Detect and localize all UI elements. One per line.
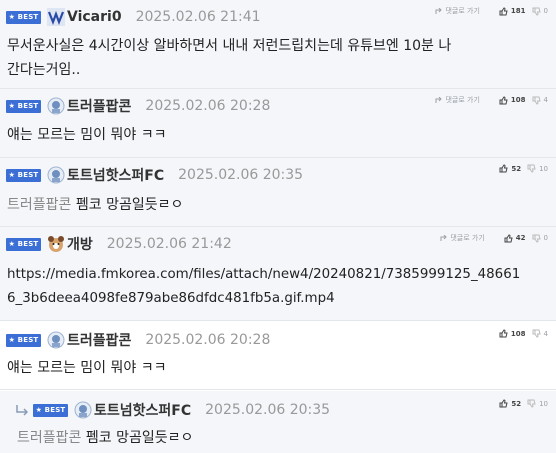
reply-label: 댓글로 가기 — [450, 234, 485, 242]
mention-link[interactable]: 트러플팝콘 — [7, 197, 71, 213]
downvote-button[interactable]: 10 — [527, 399, 548, 408]
downvote-count: 4 — [543, 96, 548, 104]
avatar-icon — [74, 401, 92, 419]
comment-text: 트러플팝콘 펨코 망곰일듯ㄹㅇ — [7, 193, 183, 217]
reply-link[interactable]: 댓글로 가기 — [440, 233, 485, 243]
comment-date: 2025.02.06 21:42 — [106, 236, 232, 252]
reply-arrow-icon — [435, 7, 443, 14]
comment-text-line: 간다는거임.. — [7, 62, 81, 78]
avatar-icon — [47, 8, 65, 26]
downvote-count: 0 — [543, 234, 548, 242]
upvote-button[interactable]: 42 — [504, 233, 526, 243]
upvote-count: 52 — [511, 399, 522, 408]
downvote-button[interactable]: 0 — [532, 234, 548, 243]
comment-text-line: 무서운사실은 4시간이상 알바하면서 내내 저런드립치는데 유튜브엔 10분 나 — [7, 38, 452, 54]
best-badge: ★ BEST — [33, 403, 68, 417]
reply-indent-icon — [16, 405, 29, 416]
reply-link[interactable]: 댓글로 가기 — [435, 95, 480, 105]
downvote-count: 10 — [539, 399, 548, 408]
downvote-button[interactable]: 10 — [527, 164, 548, 173]
reply-arrow-icon — [440, 234, 448, 241]
downvote-count: 4 — [543, 329, 548, 338]
comment-date: 2025.02.06 20:28 — [145, 332, 271, 348]
comment-text: 얘는 모르는 밈이 뭐야 ㅋㅋ — [7, 127, 167, 143]
thumbs-up-icon — [499, 399, 508, 408]
avatar-icon — [47, 166, 65, 184]
best-badge: ★ BEST — [6, 99, 41, 113]
reply-label: 댓글로 가기 — [445, 96, 480, 104]
upvote-count: 52 — [511, 164, 522, 173]
upvote-button[interactable]: 181 — [499, 6, 526, 16]
best-badge: ★ BEST — [6, 333, 41, 347]
mention-link[interactable]: 트러플팝콘 — [17, 430, 81, 446]
comment-text-content: 펨코 망곰일듯ㄹㅇ — [85, 430, 194, 446]
comment-author[interactable]: 개방 — [67, 234, 93, 254]
thumbs-down-icon — [527, 164, 536, 173]
avatar-icon — [48, 236, 64, 252]
upvote-count: 181 — [510, 7, 526, 15]
downvote-button[interactable]: 0 — [532, 7, 548, 16]
comment-author[interactable]: 트러플팝콘 — [67, 96, 131, 116]
comment-date: 2025.02.06 20:35 — [205, 402, 331, 418]
thumbs-down-icon — [532, 234, 541, 243]
upvote-count: 108 — [510, 96, 526, 104]
thumbs-up-icon — [504, 233, 513, 242]
best-badge: ★ BEST — [6, 237, 41, 251]
upvote-button[interactable]: 52 — [499, 164, 521, 173]
reply-label: 댓글로 가기 — [445, 7, 480, 15]
upvote-count: 108 — [510, 329, 526, 338]
avatar-icon — [47, 331, 65, 349]
downvote-button[interactable]: 4 — [532, 96, 548, 105]
thumbs-down-icon — [532, 96, 541, 105]
comment-text-line: https://media.fmkorea.com/files/attach/n… — [7, 267, 521, 282]
comment-text-content: 펨코 망곰일듯ㄹㅇ — [75, 197, 184, 213]
comment-text: 얘는 모르는 밈이 뭐야 ㅋㅋ — [7, 360, 167, 376]
thumbs-down-icon — [532, 329, 541, 338]
best-badge: ★ BEST — [6, 10, 41, 24]
comment-author[interactable]: 토트넘핫스퍼FC — [67, 165, 164, 185]
comment-author[interactable]: Vicari0 — [67, 9, 122, 25]
comment-item: ★ BEST 트러플팝콘 2025.02.06 20:28 댓글로 가기 108… — [0, 89, 556, 157]
reply-arrow-icon — [435, 96, 443, 103]
reply-link[interactable]: 댓글로 가기 — [435, 6, 480, 16]
comment-reply-item: ★ BEST 토트넘핫스퍼FC 2025.02.06 20:35 52 10 트… — [0, 391, 556, 453]
upvote-button[interactable]: 108 — [499, 95, 526, 105]
upvote-button[interactable]: 108 — [499, 329, 526, 338]
comment-date: 2025.02.06 21:41 — [135, 9, 261, 25]
comment-author[interactable]: 토트넘핫스퍼FC — [94, 400, 191, 420]
comment-item: ★ BEST Vicari0 2025.02.06 21:41 댓글로 가기 1… — [0, 0, 556, 88]
upvote-button[interactable]: 52 — [499, 399, 521, 408]
comment-link[interactable]: https://media.fmkorea.com/files/attach/n… — [7, 263, 520, 311]
downvote-count: 0 — [543, 7, 548, 15]
comment-text: 무서운사실은 4시간이상 알바하면서 내내 저런드립치는데 유튜브엔 10분 나… — [7, 34, 451, 82]
thumbs-down-icon — [527, 399, 536, 408]
thumbs-up-icon — [499, 329, 508, 338]
comment-text-line: 6_3b6deea4098fe879abe86dfdc481fb5a.gif.m… — [7, 291, 335, 306]
thumbs-up-icon — [499, 164, 508, 173]
thumbs-up-icon — [499, 6, 508, 15]
thumbs-down-icon — [532, 7, 541, 16]
downvote-button[interactable]: 4 — [532, 329, 548, 338]
comment-date: 2025.02.06 20:35 — [178, 167, 304, 183]
comment-date: 2025.02.06 20:28 — [145, 98, 271, 114]
comment-text: 트러플팝콘 펨코 망곰일듯ㄹㅇ — [17, 426, 193, 450]
best-badge: ★ BEST — [6, 168, 41, 182]
thumbs-up-icon — [499, 95, 508, 104]
avatar-icon — [47, 97, 65, 115]
downvote-count: 10 — [539, 164, 548, 173]
comment-item: ★ BEST 토트넘핫스퍼FC 2025.02.06 20:35 52 10 트… — [0, 158, 556, 226]
upvote-count: 42 — [515, 234, 526, 242]
comment-item: ★ BEST 개방 2025.02.06 21:42 댓글로 가기 42 0 h… — [0, 227, 556, 320]
comment-item: ★ BEST 트러플팝콘 2025.02.06 20:28 108 4 얘는 모… — [0, 323, 556, 389]
comment-author[interactable]: 트러플팝콘 — [67, 330, 131, 350]
